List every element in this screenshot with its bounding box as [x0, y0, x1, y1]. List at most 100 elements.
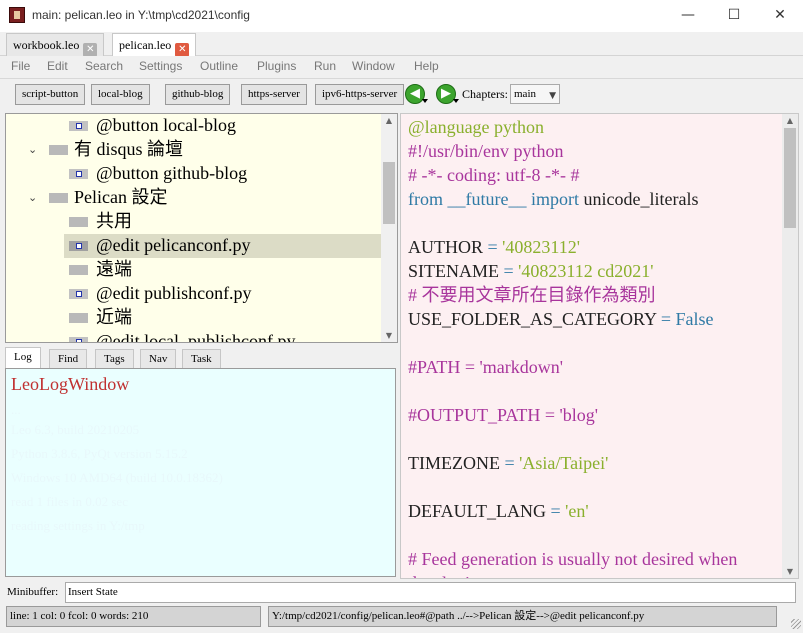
log-line: reading settings in Y:/tmp — [11, 518, 145, 533]
tab-workbook[interactable]: workbook.leo ✕ — [6, 33, 105, 57]
code-token: 'en' — [565, 501, 589, 521]
outline-node[interactable]: 遠端 — [6, 258, 382, 282]
chapters-value: main — [514, 88, 536, 100]
outline-node-label: @button local-blog — [96, 115, 237, 135]
outline-node-label: 遠端 — [96, 259, 132, 279]
minimize-button[interactable]: — — [665, 0, 711, 32]
menu-run[interactable]: Run — [314, 59, 336, 73]
menu-edit[interactable]: Edit — [47, 59, 68, 73]
forward-history-caret-icon[interactable] — [453, 99, 459, 103]
chapters-select[interactable]: main ▼ — [510, 84, 560, 104]
status-path: Y:/tmp/cd2021/config/pelican.leo#@path .… — [268, 606, 777, 627]
code-token: '40823112' — [502, 237, 580, 257]
status-position: line: 1 col: 0 fcol: 0 words: 210 — [6, 606, 261, 627]
github-blog-button[interactable]: github-blog — [165, 84, 231, 105]
code-token: DEFAULT_LANG — [408, 501, 551, 521]
code-token: #PATH = 'markdown' — [408, 357, 563, 377]
code-token: = — [503, 261, 519, 281]
outline-node[interactable]: ⌄ 有 disqus 論壇 — [6, 138, 382, 162]
outline-node[interactable]: @edit local_publishconf.py — [6, 330, 382, 343]
outline-node-label: @edit local_publishconf.py — [96, 331, 296, 343]
code-line: TIMEZONE = 'Asia/Taipei' — [408, 451, 608, 475]
code-line: # 不要用文章所在目錄作為類別 — [408, 283, 656, 307]
close-tab-icon[interactable]: ✕ — [175, 43, 190, 57]
code-line: AUTHOR = '40823112' — [408, 235, 580, 259]
menu-file[interactable]: File — [11, 59, 30, 73]
menu-window[interactable]: Window — [352, 59, 395, 73]
scroll-up-arrow-icon[interactable]: ▲ — [381, 116, 397, 125]
title-bar: main: pelican.leo in Y:\tmp\cd2021\confi… — [0, 0, 803, 32]
ipv6-https-server-button[interactable]: ipv6-https-server — [315, 84, 405, 105]
body-editor-pane[interactable]: @language python #!/usr/bin/env python # -… — [400, 113, 799, 579]
node-icon — [69, 313, 88, 323]
tab-log[interactable]: Log — [5, 347, 41, 369]
menu-outline[interactable]: Outline — [200, 59, 238, 73]
scroll-up-arrow-icon[interactable]: ▲ — [782, 116, 798, 125]
log-pane[interactable]: LeoLogWindow ... Leo 6.3, build 20210205… — [5, 368, 396, 577]
toolbar: script-button local-blog github-blog htt… — [0, 78, 803, 110]
outline-node-label: 近端 — [96, 307, 132, 327]
outline-node-selected[interactable]: @edit pelicanconf.py — [64, 234, 382, 258]
body-scrollbar[interactable]: ▲ ▼ — [782, 114, 798, 578]
log-line: Leo 6.3, build 20210205 — [11, 422, 140, 437]
menu-search[interactable]: Search — [85, 59, 123, 73]
code-token: unicode_literals — [583, 189, 699, 209]
maximize-button[interactable]: ☐ — [711, 0, 757, 32]
clone-node-icon — [69, 289, 88, 299]
outline-scrollbar[interactable]: ▲ ▼ — [381, 114, 397, 342]
script-button[interactable]: script-button — [15, 84, 86, 105]
log-title: LeoLogWindow — [11, 374, 130, 394]
code-token: #OUTPUT_PATH = 'blog' — [408, 405, 598, 425]
outline-node[interactable]: @edit publishconf.py — [6, 282, 382, 306]
outline-node[interactable]: @button local-blog — [6, 114, 382, 138]
outline-node[interactable]: @button github-blog — [6, 162, 382, 186]
code-token: __future__ — [447, 189, 527, 209]
tab-task[interactable]: Task — [182, 349, 221, 369]
menu-settings[interactable]: Settings — [139, 59, 182, 73]
outline-node-label: @button github-blog — [96, 163, 248, 183]
outline-node[interactable]: ⌄ Pelican 設定 — [6, 186, 382, 210]
code-token: = — [487, 237, 503, 257]
menu-help[interactable]: Help — [414, 59, 439, 73]
scrollbar-thumb[interactable] — [383, 162, 395, 224]
resize-grip-icon[interactable] — [791, 619, 801, 629]
tab-pelican[interactable]: pelican.leo ✕ — [112, 33, 197, 57]
chevron-down-icon: ▼ — [549, 91, 556, 101]
code-token: USE_FOLDER_AS_CATEGORY — [408, 309, 661, 329]
outline-node[interactable]: 近端 — [6, 306, 382, 330]
clone-node-icon — [69, 337, 88, 342]
menu-plugins[interactable]: Plugins — [257, 59, 296, 73]
scroll-down-arrow-icon[interactable]: ▼ — [381, 331, 397, 340]
local-blog-button[interactable]: local-blog — [91, 84, 150, 105]
leo-app-icon — [9, 7, 25, 23]
close-tab-icon[interactable]: ✕ — [83, 43, 98, 57]
clone-node-icon — [69, 121, 88, 131]
back-history-caret-icon[interactable] — [422, 99, 428, 103]
code-line: #OUTPUT_PATH = 'blog' — [408, 403, 598, 427]
collapse-chevron-icon[interactable]: ⌄ — [28, 187, 37, 209]
code-line: # Feed generation is usually not desired… — [408, 547, 737, 571]
code-token: = — [550, 501, 566, 521]
https-server-button[interactable]: https-server — [241, 84, 307, 105]
scroll-down-arrow-icon[interactable]: ▼ — [782, 567, 798, 576]
code-line: # -*- coding: utf-8 -*- # — [408, 163, 579, 187]
tab-tags[interactable]: Tags — [95, 349, 134, 369]
close-window-button[interactable]: ✕ — [757, 0, 803, 32]
code-token: # -*- coding: utf-8 -*- # — [408, 165, 580, 185]
code-token: from — [408, 189, 448, 209]
code-line: developing — [408, 571, 488, 578]
log-tab-bar: Log Find Tags Nav Task — [5, 347, 398, 369]
minibuffer-input[interactable]: Insert State — [65, 582, 796, 603]
menu-bar: File Edit Search Settings Outline Plugin… — [0, 56, 803, 78]
tab-find[interactable]: Find — [49, 349, 88, 369]
log-line: Python 3.8.6, PyQt version 5.15.2 — [11, 446, 188, 461]
tab-nav[interactable]: Nav — [140, 349, 177, 369]
outline-pane[interactable]: @button local-blog ⌄ 有 disqus 論壇 @button… — [5, 113, 398, 343]
code-token: 'Asia/Taipei' — [519, 453, 609, 473]
log-line: read 1 files in 0.02 sec — [11, 494, 128, 509]
minibuffer-label: Minibuffer: — [7, 586, 59, 598]
collapse-chevron-icon[interactable]: ⌄ — [28, 139, 37, 161]
code-line: DEFAULT_LANG = 'en' — [408, 499, 589, 523]
outline-node[interactable]: 共用 — [6, 210, 382, 234]
scrollbar-thumb[interactable] — [784, 128, 796, 228]
